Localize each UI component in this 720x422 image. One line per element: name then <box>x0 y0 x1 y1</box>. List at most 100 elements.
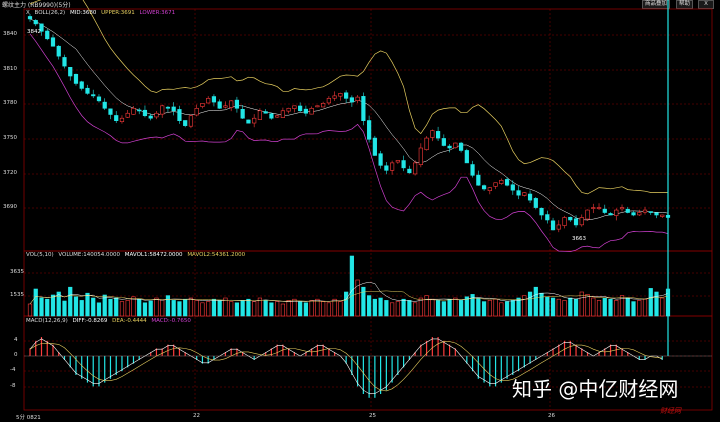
volume-bar <box>131 296 136 317</box>
candle-body <box>556 224 561 230</box>
kline-chart-canvas[interactable] <box>0 0 720 422</box>
candle-body <box>217 101 222 109</box>
candle-body <box>292 105 297 109</box>
volume-bar <box>96 302 102 317</box>
candle-body <box>625 208 630 213</box>
watermark-text: 知乎 @中亿财经网 <box>512 377 679 401</box>
volume-bar <box>321 301 326 317</box>
volume-bar <box>50 294 56 317</box>
volume-bar <box>361 286 366 317</box>
macd-tick: 4 <box>14 337 18 343</box>
candle-body <box>79 81 84 89</box>
candle-body <box>527 193 533 201</box>
volume-bar <box>33 288 38 317</box>
volume-bar <box>217 300 222 317</box>
candle-body <box>137 109 142 112</box>
candle-body <box>223 105 228 108</box>
candle-body <box>286 107 291 112</box>
volume-bar <box>412 302 418 317</box>
volume-bar <box>660 297 665 317</box>
volume-bar <box>527 291 533 317</box>
volume-bar <box>125 300 130 317</box>
volume-bar <box>326 302 331 317</box>
volume-bar <box>252 301 257 317</box>
volume-bar <box>148 300 153 317</box>
candle-body <box>545 214 550 221</box>
volume-bar <box>160 299 165 317</box>
candle-body <box>315 105 320 108</box>
volume-bar <box>332 298 337 317</box>
volume-bar <box>573 298 579 317</box>
volume-bar <box>183 298 188 317</box>
volume-bar <box>171 300 176 317</box>
candle-body <box>637 212 642 216</box>
candle-body <box>246 119 251 124</box>
candle-body <box>591 207 596 209</box>
volume-bar <box>303 302 308 317</box>
candle-body <box>470 164 475 176</box>
volume-bar <box>68 286 73 317</box>
candle-body <box>487 187 492 191</box>
volume-bar <box>27 303 33 317</box>
price-tick: 3690 <box>3 204 17 210</box>
candle-body <box>476 174 481 186</box>
volume-bar <box>487 300 492 317</box>
volume-bar <box>395 301 400 317</box>
volume-bar <box>349 255 354 317</box>
candle-body <box>257 110 263 120</box>
candle-body <box>504 179 510 186</box>
candle-body <box>321 103 326 108</box>
candle-body <box>550 220 556 231</box>
candle-body <box>183 120 188 126</box>
candle-body <box>252 117 257 124</box>
volume-bar <box>211 298 217 317</box>
candle-body <box>453 142 458 149</box>
time-label: 5分 0821 <box>16 415 41 421</box>
volume-bar <box>510 300 515 317</box>
volume-bar <box>280 303 286 317</box>
candle-body <box>435 131 441 139</box>
candle-body <box>585 209 590 220</box>
candle-body <box>45 30 50 40</box>
volume-bar <box>85 292 90 317</box>
candle-body <box>119 117 125 122</box>
candle-body <box>407 168 412 174</box>
candle-body <box>211 96 217 103</box>
candle-body <box>562 217 567 226</box>
candle-body <box>395 160 400 163</box>
candle-body <box>361 96 366 121</box>
volume-bar <box>476 297 481 317</box>
volume-bar <box>453 297 458 317</box>
candle-body <box>188 115 194 127</box>
time-label: 22 <box>193 413 200 419</box>
candle-body <box>269 113 274 119</box>
candle-body <box>194 107 199 116</box>
candle-body <box>326 98 331 104</box>
volume-bar <box>275 301 280 317</box>
volume-bar <box>165 295 171 317</box>
candle-body <box>96 96 102 102</box>
candle-body <box>516 190 521 196</box>
macd-tick: -8 <box>10 383 16 389</box>
volume-bar <box>367 295 372 317</box>
candle-body <box>631 212 636 216</box>
volume-bar <box>608 298 613 317</box>
volume-bar <box>562 300 567 317</box>
candle-body <box>499 179 504 184</box>
volume-bar <box>119 301 125 317</box>
candle-body <box>56 45 61 57</box>
volume-bar <box>447 298 452 317</box>
volume-bar <box>194 300 199 317</box>
volume-bar <box>458 300 464 317</box>
volume-bar <box>499 302 504 317</box>
candle-body <box>539 207 544 216</box>
candle-body <box>263 111 268 114</box>
candle-body <box>464 150 469 164</box>
candle-body <box>102 101 107 109</box>
volume-bar <box>614 300 619 317</box>
candle-body <box>441 138 446 146</box>
volume-bar <box>637 300 642 317</box>
price-tick: 3840 <box>3 31 17 37</box>
candle-body <box>648 211 653 213</box>
candle-body <box>654 212 659 216</box>
